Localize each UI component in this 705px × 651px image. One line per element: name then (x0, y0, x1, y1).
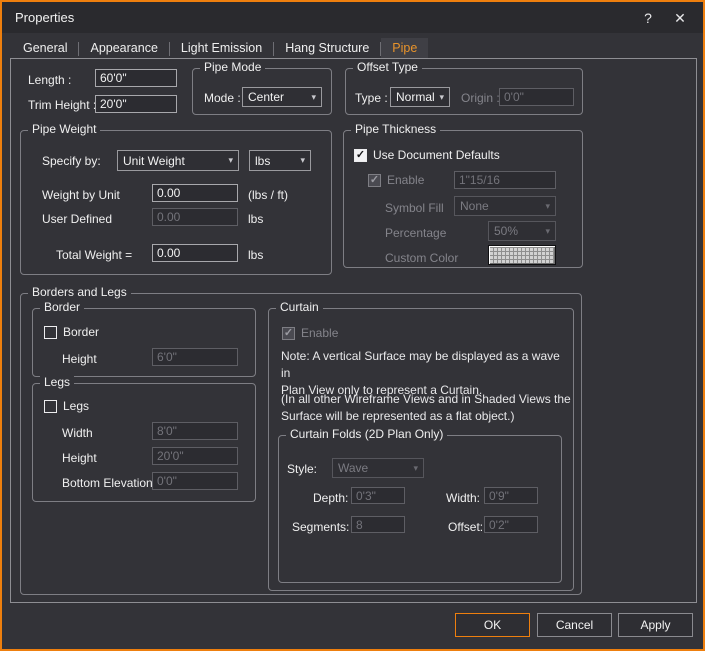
symbol-fill-dropdown: None ▾ (454, 196, 556, 216)
custom-color-swatch[interactable] (488, 245, 556, 265)
curtain-folds-legend: Curtain Folds (2D Plan Only) (286, 427, 447, 441)
user-defined-label: User Defined (42, 212, 112, 226)
legs-checkbox[interactable]: Legs (44, 399, 89, 413)
offset-type-dropdown[interactable]: Normal ▾ (390, 87, 450, 107)
fold-width-label: Width: (446, 491, 480, 505)
border-height-label: Height (62, 352, 97, 366)
length-field[interactable] (95, 69, 177, 87)
fold-offset-label: Offset: (448, 520, 483, 534)
tab-hang-structure[interactable]: Hang Structure (274, 38, 380, 59)
specify-by-label: Specify by: (42, 154, 101, 168)
borders-and-legs-legend: Borders and Legs (28, 285, 131, 299)
curtain-note-2: (In all other Wireframe Views and in Sha… (281, 391, 571, 425)
pipe-mode-legend: Pipe Mode (200, 60, 265, 74)
close-icon[interactable]: ✕ (669, 8, 691, 28)
title-bar: Properties ? ✕ (2, 2, 703, 33)
checkbox-check-icon (44, 326, 57, 339)
fold-offset-field (484, 516, 538, 533)
length-label: Length : (28, 73, 71, 87)
user-defined-units: lbs (248, 212, 263, 226)
checkbox-check-icon: ✓ (282, 327, 295, 340)
border-checkbox[interactable]: Border (44, 325, 99, 339)
origin-field (499, 88, 574, 106)
custom-color-label: Custom Color (385, 251, 458, 265)
apply-button[interactable]: Apply (618, 613, 693, 637)
tab-bar: General Appearance Light Emission Hang S… (12, 38, 428, 59)
use-document-defaults-checkbox[interactable]: ✓ Use Document Defaults (354, 148, 500, 162)
properties-dialog: Properties ? ✕ General Appearance Light … (0, 0, 705, 651)
border-height-field (152, 348, 238, 366)
tab-pipe[interactable]: Pipe (381, 38, 428, 59)
segments-field (351, 516, 405, 533)
trim-height-label: Trim Height : (28, 98, 96, 112)
curtain-enable-checkbox: ✓ Enable (282, 326, 338, 340)
tab-appearance[interactable]: Appearance (79, 38, 168, 59)
pipe-weight-legend: Pipe Weight (28, 122, 100, 136)
bottom-elevation-field (152, 472, 238, 490)
cancel-button[interactable]: Cancel (537, 613, 612, 637)
percentage-label: Percentage (385, 226, 446, 240)
legs-height-label: Height (62, 451, 97, 465)
depth-field (351, 487, 405, 504)
pipe-thickness-legend: Pipe Thickness (351, 122, 440, 136)
tab-light-emission[interactable]: Light Emission (170, 38, 273, 59)
checkbox-check-icon: ✓ (354, 149, 367, 162)
specify-by-dropdown[interactable]: Unit Weight ▾ (117, 150, 239, 171)
weight-by-unit-label: Weight by Unit (42, 188, 120, 202)
legs-height-field (152, 447, 238, 465)
weight-by-unit-units: (lbs / ft) (248, 188, 288, 202)
bottom-elevation-label: Bottom Elevation (62, 476, 153, 490)
symbol-fill-label: Symbol Fill (385, 201, 444, 215)
trim-height-field[interactable] (95, 95, 177, 113)
thickness-value-field (454, 171, 556, 189)
help-icon[interactable]: ? (637, 8, 659, 28)
dropdown-arrow-icon: ▾ (439, 92, 444, 103)
dropdown-arrow-icon: ▾ (311, 92, 316, 103)
mode-dropdown[interactable]: Center ▾ (242, 87, 322, 107)
dropdown-arrow-icon: ▾ (545, 226, 550, 237)
fold-width-field (484, 487, 538, 504)
weight-unit-dropdown[interactable]: lbs ▾ (249, 150, 311, 171)
total-weight-label: Total Weight = (56, 248, 132, 262)
percentage-dropdown: 50% ▾ (488, 221, 556, 241)
total-weight-units: lbs (248, 248, 263, 262)
dropdown-arrow-icon: ▾ (545, 201, 550, 212)
ok-button[interactable]: OK (455, 613, 530, 637)
segments-label: Segments: (292, 520, 349, 534)
checkbox-check-icon (44, 400, 57, 413)
user-defined-field (152, 208, 238, 226)
legs-width-field (152, 422, 238, 440)
depth-label: Depth: (313, 491, 348, 505)
origin-label: Origin : (461, 91, 500, 105)
legs-width-label: Width (62, 426, 93, 440)
tab-general[interactable]: General (12, 38, 78, 59)
curtain-legend: Curtain (276, 300, 323, 314)
total-weight-field[interactable] (152, 244, 238, 262)
offset-type-label: Type : (355, 91, 388, 105)
style-label: Style: (287, 462, 317, 476)
dropdown-arrow-icon: ▾ (413, 463, 418, 474)
dropdown-arrow-icon: ▾ (300, 155, 305, 166)
legs-legend: Legs (40, 375, 74, 389)
style-dropdown: Wave ▾ (332, 458, 424, 478)
border-legend: Border (40, 300, 84, 314)
thickness-enable-checkbox: ✓ Enable (368, 173, 424, 187)
dropdown-arrow-icon: ▾ (228, 155, 233, 166)
mode-label: Mode : (204, 91, 241, 105)
border-group: Border (32, 308, 256, 377)
offset-type-legend: Offset Type (353, 60, 422, 74)
weight-by-unit-field[interactable] (152, 184, 238, 202)
window-title: Properties (15, 10, 74, 25)
checkbox-check-icon: ✓ (368, 174, 381, 187)
